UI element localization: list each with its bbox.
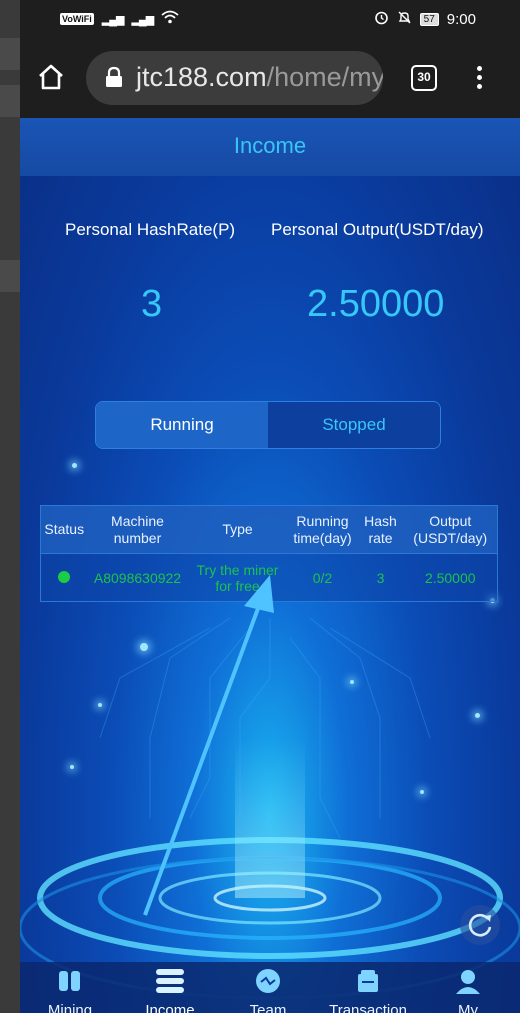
url-text: jtc188.com/home/my (136, 62, 383, 93)
clock: 9:00 (446, 11, 476, 28)
nav-label: Transaction (329, 1002, 407, 1013)
mute-icon (397, 10, 412, 29)
nav-my[interactable]: My (418, 962, 518, 1013)
output-cell: 2.50000 (403, 553, 498, 602)
alarm-icon (374, 10, 389, 29)
background-app-strip (0, 0, 20, 1013)
hashrate-value: 3 (141, 283, 163, 325)
battery-icon: 57 (419, 13, 439, 26)
column-header: Type (187, 505, 288, 554)
refresh-icon (468, 913, 492, 937)
column-header: Hash rate (357, 505, 404, 554)
sparkle (475, 713, 480, 718)
type-cell: Try the miner for free (187, 553, 288, 602)
tab-stopped[interactable]: Stopped (268, 402, 440, 448)
sparkle (72, 463, 77, 468)
lock-icon (104, 66, 124, 88)
transaction-icon (358, 970, 378, 992)
browser-toolbar: jtc188.com/home/my 30 (20, 38, 520, 118)
vowifi-icon: VoWiFi (60, 13, 94, 25)
output-value: 2.50000 (307, 283, 445, 325)
nav-income[interactable]: Income (120, 962, 220, 1013)
tab-switcher-button[interactable]: 30 (411, 65, 437, 91)
sparkle (98, 703, 102, 707)
home-button[interactable] (36, 62, 70, 96)
sparkle (140, 643, 148, 651)
table-row[interactable]: A8098630922 Try the miner for free 0/2 3… (40, 553, 498, 602)
hashrate-label: Personal HashRate(P) (65, 220, 236, 239)
nav-label: Income (145, 1002, 195, 1013)
running-stopped-toggle: Running Stopped (95, 401, 441, 449)
mining-icon (59, 971, 80, 991)
column-header: Output (USDT/day) (403, 505, 498, 554)
status-dot-icon (58, 570, 71, 583)
machines-table: Status Machine number Type Running time(… (40, 505, 498, 602)
column-header: Status (40, 505, 88, 554)
url-path: /home/my (266, 62, 383, 92)
tab-running[interactable]: Running (96, 402, 268, 448)
status-bar: VoWiFi ▂▄▆ ▂▄▆ 57 9:00 (20, 0, 520, 38)
sparkle (420, 790, 424, 794)
sparkle (70, 765, 74, 769)
nav-label: Mining (47, 1002, 93, 1013)
wifi-icon (161, 10, 179, 28)
nav-transaction[interactable]: Transaction (318, 962, 418, 1013)
income-page: Income Personal HashRate(P) Personal Out… (20, 118, 520, 1013)
team-icon (256, 969, 280, 993)
home-icon (39, 64, 63, 90)
user-icon (456, 970, 480, 994)
sparkle (350, 680, 354, 684)
nav-mining[interactable]: Mining (20, 962, 120, 1013)
phone-screen: VoWiFi ▂▄▆ ▂▄▆ 57 9:00 jtc188.com/home/m… (20, 0, 520, 1013)
refresh-button[interactable] (460, 905, 500, 945)
income-icon (156, 969, 184, 993)
nav-label: My (458, 1002, 478, 1013)
output-label: Personal Output(USDT/day) (271, 220, 484, 239)
overflow-menu-icon[interactable] (472, 64, 486, 94)
table-header-row: Status Machine number Type Running time(… (40, 505, 498, 554)
running-time-cell: 0/2 (287, 553, 358, 602)
url-host: jtc188.com (136, 62, 267, 92)
signal-icon-2: ▂▄▆ (131, 13, 154, 26)
nav-label: Team (249, 1002, 287, 1013)
nav-team[interactable]: Team (218, 962, 318, 1013)
bottom-navigation: Mining Income Team Transaction My (20, 962, 520, 1013)
column-header: Running time(day) (287, 505, 358, 554)
address-bar[interactable]: jtc188.com/home/my (86, 51, 383, 105)
column-header: Machine number (87, 505, 188, 554)
status-cell (40, 553, 88, 602)
hash-rate-cell: 3 (357, 553, 404, 602)
signal-icon: ▂▄▆ (101, 13, 125, 26)
machine-number-cell: A8098630922 (87, 553, 188, 602)
